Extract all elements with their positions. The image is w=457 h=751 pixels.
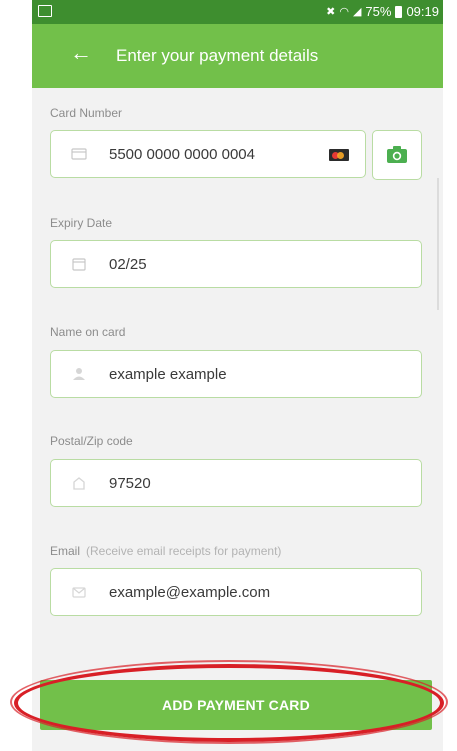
scrollbar[interactable] bbox=[437, 178, 439, 310]
battery-percent: 75% bbox=[365, 4, 392, 19]
clock: 09:19 bbox=[406, 4, 439, 19]
expiry-value: 02/25 bbox=[109, 256, 147, 273]
image-notification-icon bbox=[38, 5, 52, 17]
home-icon bbox=[73, 477, 85, 490]
page-title: Enter your payment details bbox=[116, 46, 319, 65]
status-icons: ✖ ◠ ◢ 75% 09:19 bbox=[326, 4, 439, 19]
envelope-icon bbox=[72, 587, 86, 598]
card-icon bbox=[71, 148, 87, 160]
battery-icon bbox=[395, 5, 403, 18]
camera-icon bbox=[387, 146, 407, 163]
email-label: Email (Receive email receipts for payment… bbox=[50, 544, 281, 558]
expiry-label: Expiry Date bbox=[50, 216, 113, 230]
app-bar: ← Enter your payment details bbox=[32, 24, 443, 88]
calendar-icon bbox=[72, 258, 86, 271]
postal-label: Postal/Zip code bbox=[50, 434, 133, 448]
mute-icon: ✖ bbox=[326, 6, 336, 18]
email-value: example@example.com bbox=[109, 584, 271, 601]
arrow-left-icon[interactable]: ← bbox=[70, 40, 92, 66]
signal-icon: ◢ bbox=[352, 6, 362, 18]
mastercard-icon bbox=[329, 149, 349, 161]
email-label-text: Email bbox=[50, 544, 81, 558]
name-value: example example bbox=[109, 366, 227, 383]
person-icon bbox=[73, 368, 85, 380]
card-number-field[interactable]: 5500 0000 0000 0004 bbox=[50, 130, 366, 178]
postal-field[interactable]: 97520 bbox=[50, 459, 422, 507]
wifi-icon: ◠ bbox=[339, 6, 349, 18]
card-number-value: 5500 0000 0000 0004 bbox=[109, 146, 255, 163]
postal-value: 97520 bbox=[109, 475, 151, 492]
name-field[interactable]: example example bbox=[50, 350, 422, 398]
name-label: Name on card bbox=[50, 325, 126, 339]
email-field[interactable]: example@example.com bbox=[50, 568, 422, 616]
email-hint: (Receive email receipts for payment) bbox=[86, 544, 282, 558]
status-bar: ✖ ◠ ◢ 75% 09:19 bbox=[32, 0, 443, 24]
scan-card-button[interactable] bbox=[372, 130, 422, 180]
add-payment-card-button[interactable]: ADD PAYMENT CARD bbox=[40, 680, 432, 730]
expiry-field[interactable]: 02/25 bbox=[50, 240, 422, 288]
card-number-label: Card Number bbox=[50, 106, 123, 120]
phone-screen: ✖ ◠ ◢ 75% 09:19 ← Enter your payment det… bbox=[32, 0, 443, 751]
